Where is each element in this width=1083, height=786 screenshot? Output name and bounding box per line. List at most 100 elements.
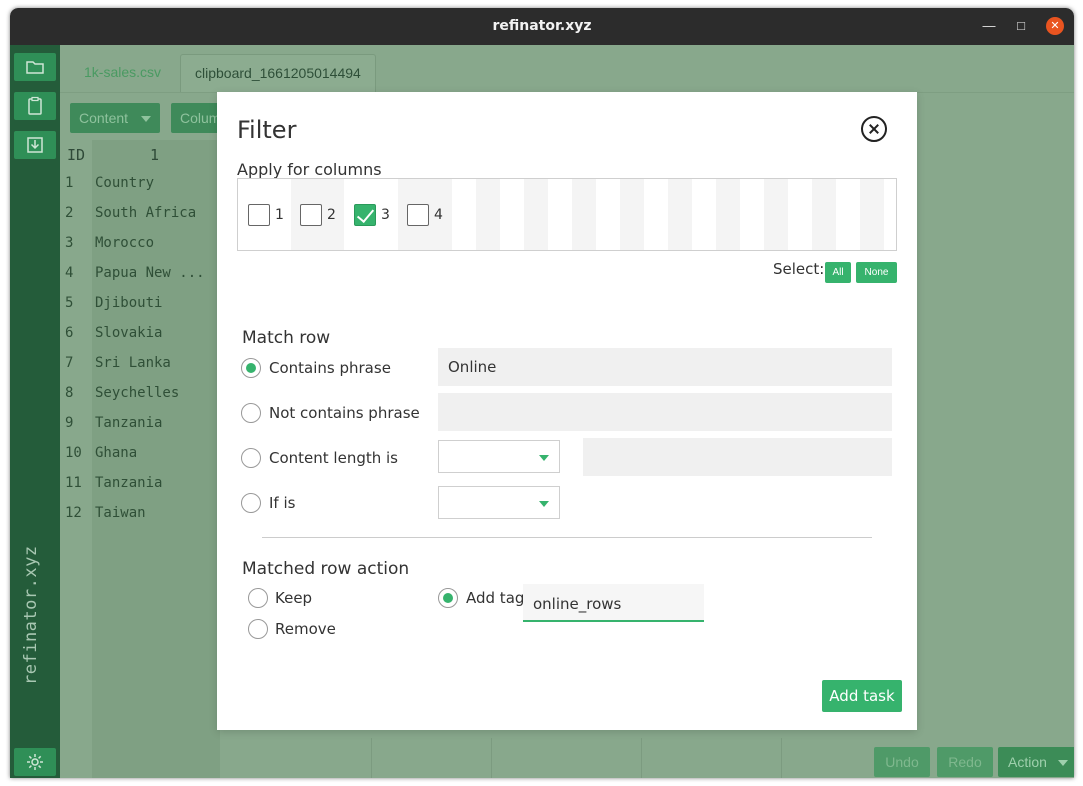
- row-id: 11: [65, 475, 82, 491]
- action-label: Action: [1008, 754, 1047, 770]
- column-stripe: [764, 179, 788, 250]
- column-stripe: [716, 179, 740, 250]
- column-stripe: [620, 179, 644, 250]
- gear-icon: [27, 754, 43, 770]
- title-bar[interactable]: refinator.xyz — □ ✕: [10, 8, 1074, 45]
- if-is-radio[interactable]: [241, 493, 261, 513]
- checkbox-checked[interactable]: [354, 204, 376, 226]
- close-window-button[interactable]: ✕: [1046, 17, 1064, 35]
- not-contains-phrase-radio[interactable]: [241, 403, 261, 423]
- table-row[interactable]: 9 Tanzania: [60, 415, 220, 445]
- not-contains-phrase-label: Not contains phrase: [269, 404, 420, 422]
- table-row[interactable]: 2 South Africa: [60, 205, 220, 235]
- undo-button[interactable]: Undo: [874, 747, 930, 777]
- column-checkbox-4[interactable]: 4: [407, 203, 443, 227]
- action-dropdown-button[interactable]: Action: [998, 747, 1074, 777]
- section-divider: [262, 537, 872, 538]
- table-row[interactable]: 10 Ghana: [60, 445, 220, 475]
- content-dropdown-button[interactable]: Content: [70, 103, 160, 133]
- download-icon: [27, 137, 43, 153]
- background-column: [226, 738, 372, 778]
- column-number: 1: [275, 207, 284, 223]
- settings-button[interactable]: [14, 748, 56, 776]
- column-selector: 1 2 3 4: [237, 178, 897, 251]
- tag-name-input[interactable]: online_rows: [523, 584, 704, 622]
- tab-clipboard[interactable]: clipboard_1661205014494: [180, 54, 376, 92]
- caret-down-icon: [539, 501, 549, 507]
- row-value: Seychelles: [95, 385, 180, 401]
- add-task-button[interactable]: Add task: [822, 680, 902, 712]
- data-grid: ID 1 1 Country 2 South Africa 3 Morocco 4 Pa…: [60, 140, 220, 778]
- table-row[interactable]: 3 Morocco: [60, 235, 220, 265]
- clipboard-button[interactable]: [14, 92, 56, 120]
- contains-phrase-label: Contains phrase: [269, 359, 391, 377]
- add-tag-label: Add tag: [466, 589, 525, 607]
- row-id: 2: [65, 205, 74, 221]
- row-id: 7: [65, 355, 74, 371]
- content-length-input[interactable]: [583, 438, 892, 476]
- apply-columns-label: Apply for columns: [237, 160, 382, 179]
- caret-down-icon: [1058, 760, 1068, 766]
- checkbox[interactable]: [300, 204, 322, 226]
- row-id: 9: [65, 415, 74, 431]
- open-file-button[interactable]: [14, 53, 56, 81]
- window-title: refinator.xyz: [492, 18, 592, 34]
- keep-label: Keep: [275, 589, 313, 607]
- checkbox[interactable]: [248, 204, 270, 226]
- match-row-heading: Match row: [242, 328, 331, 348]
- row-id: 8: [65, 385, 74, 401]
- maximize-button[interactable]: □: [1012, 17, 1030, 35]
- clipboard-icon: [28, 96, 42, 115]
- content-label: Content: [79, 110, 129, 126]
- column-stripe: [476, 179, 500, 250]
- tab-1k-sales[interactable]: 1k-sales.csv: [70, 54, 175, 92]
- remove-label: Remove: [275, 620, 336, 638]
- column-checkbox-2[interactable]: 2: [300, 203, 336, 227]
- column-checkbox-3[interactable]: 3: [354, 203, 390, 227]
- close-icon[interactable]: [861, 116, 887, 142]
- table-row[interactable]: 4 Papua New ...: [60, 265, 220, 295]
- column-number: 4: [434, 207, 443, 223]
- redo-button[interactable]: Redo: [937, 747, 993, 777]
- row-id: 5: [65, 295, 74, 311]
- add-tag-radio[interactable]: [438, 588, 458, 608]
- row-value: Ghana: [95, 445, 138, 461]
- row-value: Slovakia: [95, 325, 163, 341]
- table-row[interactable]: 11 Tanzania: [60, 475, 220, 505]
- content-length-label: Content length is: [269, 449, 398, 467]
- column-checkbox-1[interactable]: 1: [248, 203, 284, 227]
- minimize-button[interactable]: —: [980, 17, 998, 35]
- column-stripe: [572, 179, 596, 250]
- table-row[interactable]: 6 Slovakia: [60, 325, 220, 355]
- column-stripe: [668, 179, 692, 250]
- remove-radio[interactable]: [248, 619, 268, 639]
- not-contains-phrase-input[interactable]: [438, 393, 892, 431]
- table-row[interactable]: 5 Djibouti: [60, 295, 220, 325]
- table-row[interactable]: 8 Seychelles: [60, 385, 220, 415]
- keep-radio[interactable]: [248, 588, 268, 608]
- folder-icon: [26, 61, 44, 74]
- contains-phrase-input[interactable]: Online: [438, 348, 892, 386]
- row-value: Sri Lanka: [95, 355, 171, 371]
- row-id: 12: [65, 505, 82, 521]
- if-is-select[interactable]: [438, 486, 560, 519]
- select-none-button[interactable]: None: [856, 262, 897, 283]
- row-value: Tanzania: [95, 475, 163, 491]
- checkbox[interactable]: [407, 204, 429, 226]
- table-row[interactable]: 12 Taiwan: [60, 505, 220, 535]
- contains-phrase-radio[interactable]: [241, 358, 261, 378]
- row-id: 6: [65, 325, 74, 341]
- content-length-radio[interactable]: [241, 448, 261, 468]
- row-value: Papua New ...: [95, 265, 205, 281]
- table-row[interactable]: 7 Sri Lanka: [60, 355, 220, 385]
- sidebar: refinator.xyz: [10, 45, 60, 778]
- column-stripe: [524, 179, 548, 250]
- save-button[interactable]: [14, 131, 56, 159]
- content-length-operator-select[interactable]: [438, 440, 560, 473]
- table-row[interactable]: 1 Country: [60, 175, 220, 205]
- filter-dialog: Filter Apply for columns 1 2 3 4 Select:…: [217, 92, 917, 730]
- column-number: 3: [381, 207, 390, 223]
- background-column: [492, 738, 642, 778]
- background-column: [642, 738, 782, 778]
- select-all-button[interactable]: All: [825, 262, 851, 283]
